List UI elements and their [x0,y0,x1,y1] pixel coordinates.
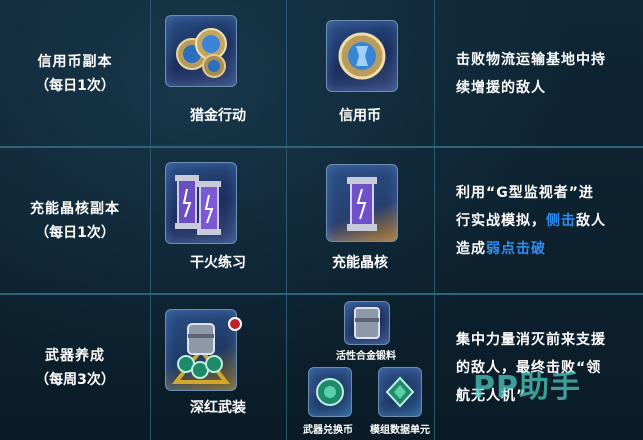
description-line: 续增援的敌人 [456,79,546,96]
row-frequency: （每日1次） [35,77,115,94]
reward-name: 武器兑换币 [303,425,353,436]
row-label: 信用币副本 [37,53,113,70]
description: 利用“G型监视者”进 行实战模拟，侧击敌人 造成弱点击破 [456,179,633,263]
energy-cores-icon[interactable] [165,162,237,244]
reward-name: 模组数据单元 [370,425,430,436]
row-frequency: （每日1次） [35,225,115,241]
row-label: 充能晶核副本 [30,201,120,217]
description-text: 造成 [456,241,486,257]
stage-name: 深红武装 [190,400,246,416]
description-line: 利用“G型监视者”进 [456,185,594,201]
description-line: 击败物流运输基地中持 [456,51,606,68]
stage-cell[interactable]: 猎金行动 [150,0,287,147]
row-label: 武器养成 [45,347,105,364]
reward-name: 信用币 [339,108,381,124]
energy-core-icon[interactable] [326,164,398,242]
description-text: 敌人 [576,213,606,229]
stage-cell[interactable]: 深红武装 [150,295,287,440]
row-label-cell: 武器养成 （每周3次） [0,295,151,440]
coin-icon[interactable] [326,20,398,92]
module-data-icon[interactable] [378,367,422,417]
row-energy-core: 充能晶核副本 （每日1次） 干火练习 充能晶核 利用“G型监视者”进 行实战模拟… [0,148,643,294]
armory-icon[interactable] [165,309,237,391]
reward-cell[interactable]: 充能晶核 [286,148,435,294]
exchange-coin-icon[interactable] [308,367,352,417]
watermark: PP助手 [473,370,581,405]
reward-name: 充能晶核 [332,255,388,271]
reward-name: 活性合金锻料 [336,351,396,362]
alloy-icon[interactable] [344,301,390,345]
description-text: 行实战模拟， [456,213,546,229]
reward-cell: 活性合金锻料 武器兑换币 模组数据单元 [286,295,435,440]
description-cell: 击败物流运输基地中持 续增援的敌人 [434,0,643,147]
stage-name: 猎金行动 [190,108,246,124]
dungeon-table: 信用币副本 （每日1次） 猎金行动 信用币 击败物流运输基地中持 续增援的敌人 … [0,0,643,440]
notification-badge [228,317,242,331]
stage-cell[interactable]: 干火练习 [150,148,287,294]
coins-icon[interactable] [165,15,237,87]
row-label-cell: 信用币副本 （每日1次） [0,0,151,147]
stage-name: 干火练习 [190,255,246,271]
description-line: 集中力量消灭前来支援 [456,331,606,348]
reward-cell[interactable]: 信用币 [286,0,435,147]
description-line: 行实战模拟，侧击敌人 [456,207,633,235]
row-frequency: （每周3次） [35,371,115,388]
description: 击败物流运输基地中持 续增援的敌人 [456,46,633,102]
row-label-cell: 充能晶核副本 （每日1次） [0,148,151,294]
description-cell: 利用“G型监视者”进 行实战模拟，侧击敌人 造成弱点击破 [434,148,643,294]
description-line: 造成弱点击破 [456,235,633,263]
highlight-text: 侧击 [546,213,576,229]
highlight-text: 弱点击破 [486,241,546,257]
row-credits: 信用币副本 （每日1次） 猎金行动 信用币 击败物流运输基地中持 续增援的敌人 [0,0,643,147]
